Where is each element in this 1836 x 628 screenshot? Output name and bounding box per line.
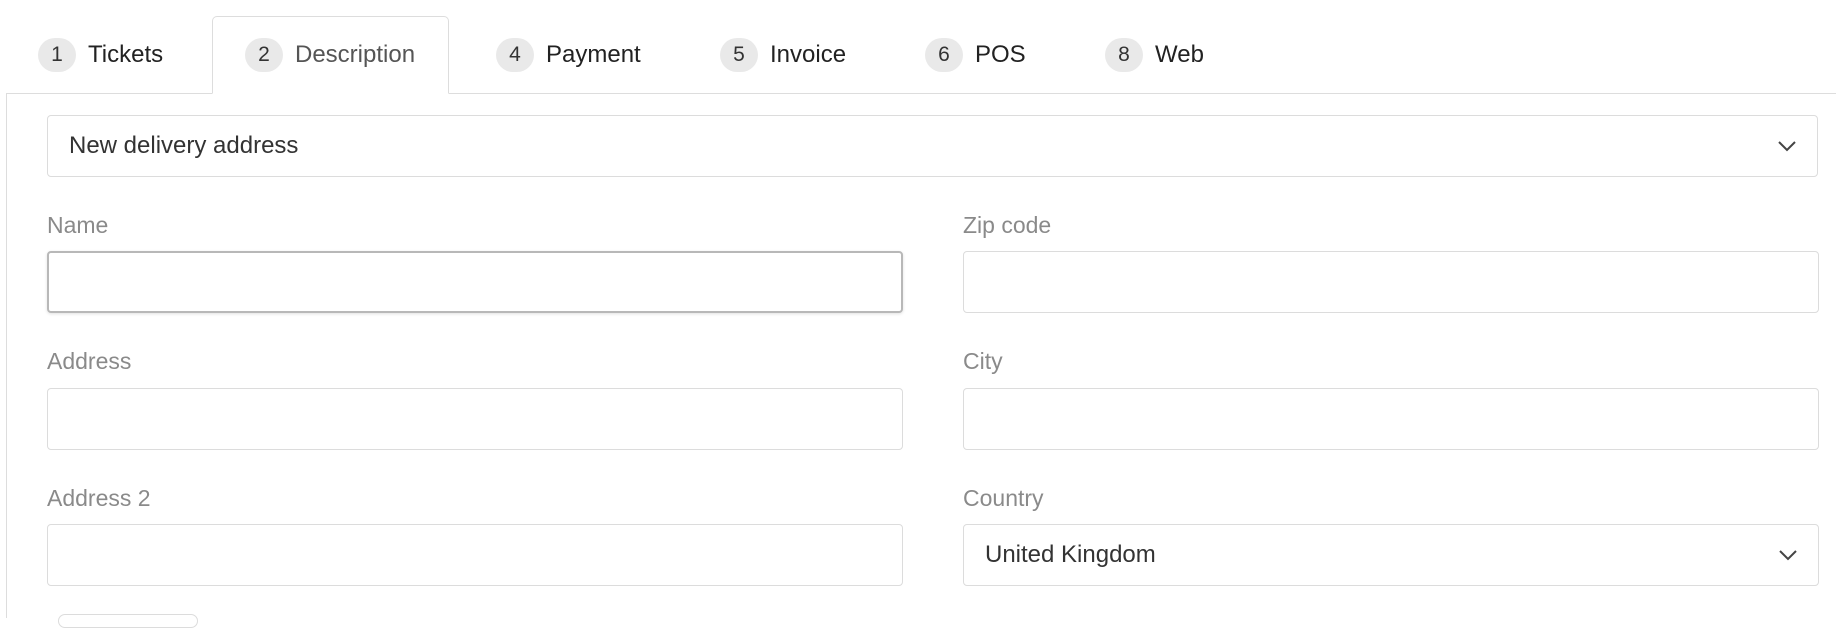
tab-number-badge: 4 xyxy=(496,38,534,72)
country-selected: United Kingdom xyxy=(985,541,1156,568)
tab-web[interactable]: 8 Web xyxy=(1073,16,1213,94)
city-input[interactable] xyxy=(963,388,1819,450)
tab-label: POS xyxy=(975,41,1026,68)
tab-number-badge: 5 xyxy=(720,38,758,72)
name-label: Name xyxy=(47,212,109,238)
tab-bar: 1 Tickets 2 Description 4 Payment 5 Invo… xyxy=(0,0,1836,94)
address-input[interactable] xyxy=(47,388,903,450)
tab-label: Web xyxy=(1155,41,1204,68)
chevron-down-icon xyxy=(1778,141,1796,152)
country-select[interactable]: United Kingdom xyxy=(963,524,1819,586)
tab-label: Payment xyxy=(546,41,641,68)
tab-label: Invoice xyxy=(770,41,847,68)
name-input[interactable] xyxy=(47,251,903,313)
delivery-address-select[interactable]: New delivery address xyxy=(47,115,1818,177)
tab-tickets[interactable]: 1 Tickets xyxy=(6,16,180,94)
zip-code-label: Zip code xyxy=(963,212,1052,238)
city-label: City xyxy=(963,348,1003,374)
tab-number-badge: 6 xyxy=(925,38,963,72)
address-label: Address xyxy=(47,348,132,374)
tab-number-badge: 2 xyxy=(245,38,283,72)
tab-label: Tickets xyxy=(88,41,164,68)
tab-payment[interactable]: 4 Payment xyxy=(464,16,644,94)
zip-code-input[interactable] xyxy=(963,251,1819,313)
chevron-down-icon xyxy=(1779,550,1797,561)
tab-label: Description xyxy=(295,41,416,68)
country-label: Country xyxy=(963,485,1044,511)
tab-description[interactable]: 2 Description xyxy=(212,16,449,94)
tab-number-badge: 1 xyxy=(38,38,76,72)
delivery-address-selected: New delivery address xyxy=(69,132,299,159)
tab-invoice[interactable]: 5 Invoice xyxy=(688,16,858,94)
address-2-input[interactable] xyxy=(47,524,903,586)
partial-button[interactable] xyxy=(58,614,198,628)
address-2-label: Address 2 xyxy=(47,485,151,511)
tab-number-badge: 8 xyxy=(1105,38,1143,72)
tab-pos[interactable]: 6 POS xyxy=(893,16,1033,94)
